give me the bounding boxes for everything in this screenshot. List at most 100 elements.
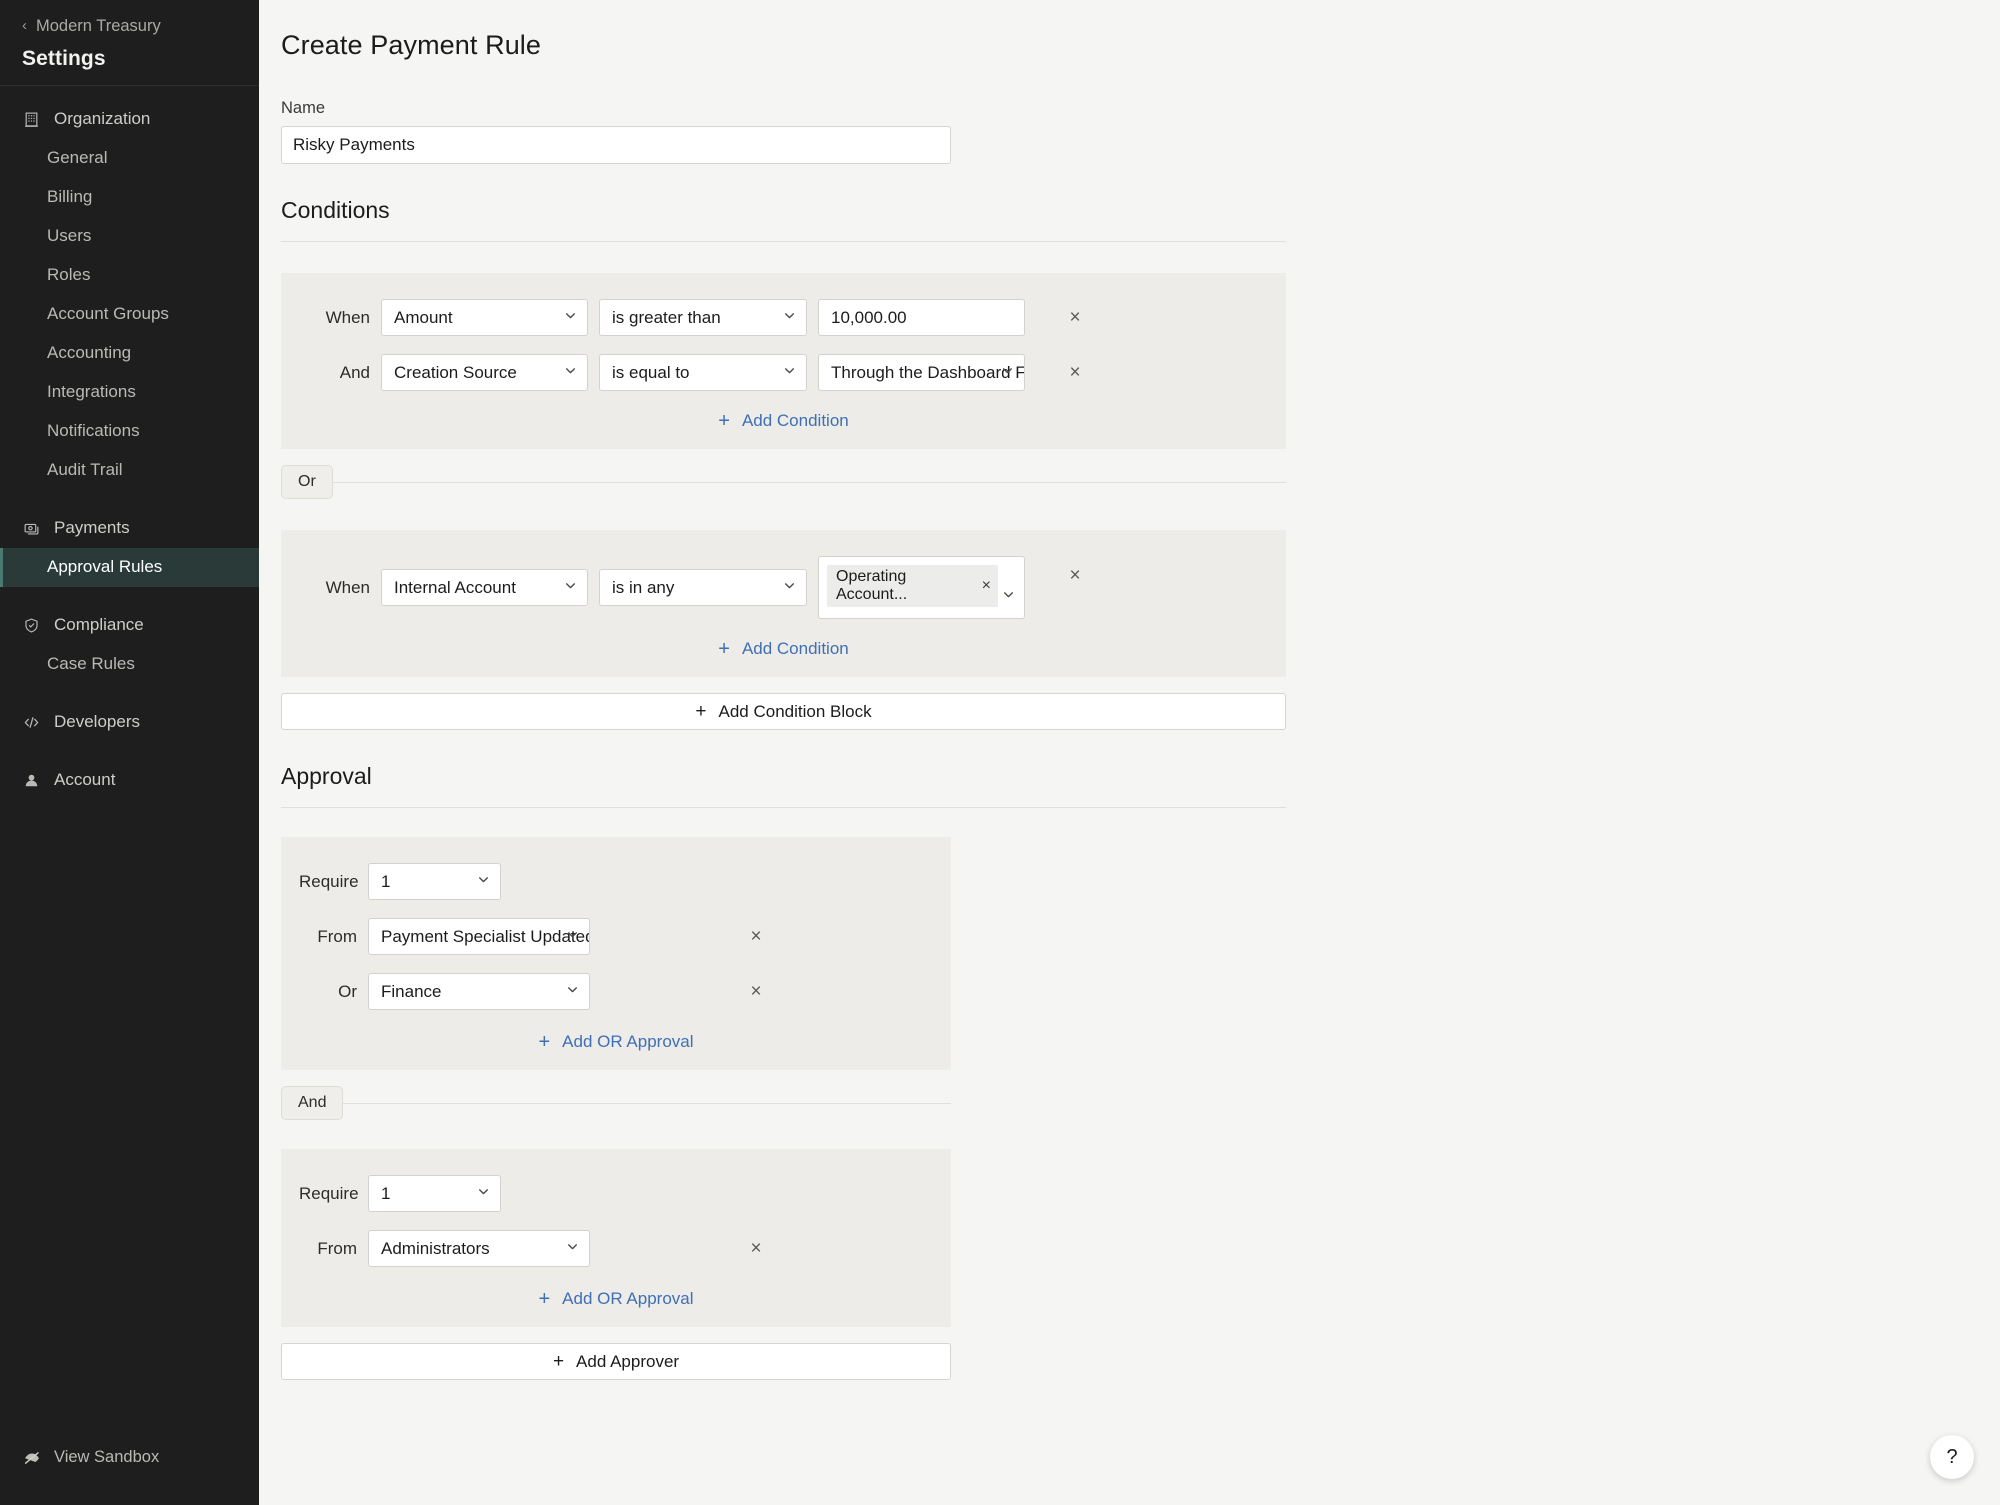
- add-condition-label: Add Condition: [742, 411, 849, 431]
- approver-role-select[interactable]: Finance: [368, 973, 590, 1010]
- sidebar-item-audit-trail[interactable]: Audit Trail: [0, 451, 259, 490]
- remove-approver-button[interactable]: ×: [743, 1236, 769, 1262]
- condition-row: And Creation Source is equal to Through …: [281, 354, 1286, 391]
- name-label: Name: [281, 99, 1289, 118]
- add-or-approval-label: Add OR Approval: [562, 1289, 693, 1309]
- approver-row: Or Finance ×: [281, 973, 951, 1010]
- condition-operator-value: is equal to: [599, 354, 807, 391]
- sidebar-item-general[interactable]: General: [0, 139, 259, 178]
- remove-condition-button[interactable]: ×: [1062, 562, 1088, 588]
- sidebar-item-label: Approval Rules: [47, 557, 162, 577]
- sidebar-item-label: Payments: [54, 518, 130, 538]
- sidebar-item-account[interactable]: Account: [0, 761, 259, 800]
- sidebar-item-label: Account: [54, 770, 115, 790]
- approval-require-row: Require 1: [281, 1175, 951, 1212]
- approver-row: From Administrators ×: [281, 1230, 951, 1267]
- require-count-value: 1: [368, 1175, 501, 1212]
- sidebar: ‹ Modern Treasury Settings Organization: [0, 0, 259, 1505]
- sidebar-item-accounting[interactable]: Accounting: [0, 334, 259, 373]
- condition-operator-value: is in any: [599, 569, 807, 606]
- condition-row: When Amount is greater than ×: [281, 299, 1286, 336]
- approval-block: Require 1 From Administrators ×: [281, 1149, 951, 1327]
- back-to-modern-treasury[interactable]: ‹ Modern Treasury: [22, 18, 237, 35]
- condition-block-connector: Or: [281, 465, 1286, 499]
- condition-operator-select[interactable]: is greater than: [599, 299, 807, 336]
- condition-field-select[interactable]: Amount: [381, 299, 588, 336]
- approver-connector: From: [299, 1239, 357, 1259]
- or-chip[interactable]: Or: [281, 465, 333, 499]
- chevron-down-icon: [1002, 588, 1015, 606]
- sidebar-spacer: [0, 492, 259, 509]
- add-or-approval-button[interactable]: + Add OR Approval: [281, 1032, 951, 1052]
- approval-heading: Approval: [281, 763, 1289, 790]
- sidebar-item-case-rules[interactable]: Case Rules: [0, 645, 259, 684]
- require-label: Require: [299, 1184, 357, 1204]
- sidebar-item-payments[interactable]: Payments: [0, 509, 259, 548]
- remove-condition-button[interactable]: ×: [1062, 305, 1088, 331]
- divider-line: [343, 1103, 951, 1104]
- and-chip[interactable]: And: [281, 1086, 343, 1120]
- approver-role-select[interactable]: Administrators: [368, 1230, 590, 1267]
- sidebar-title: Settings: [22, 47, 237, 71]
- remove-approver-button[interactable]: ×: [743, 979, 769, 1005]
- add-condition-button[interactable]: + Add Condition: [281, 411, 1286, 431]
- sidebar-spacer: [0, 744, 259, 761]
- condition-field-select[interactable]: Creation Source: [381, 354, 588, 391]
- sidebar-item-roles[interactable]: Roles: [0, 256, 259, 295]
- code-icon: [22, 713, 41, 732]
- sidebar-item-approval-rules[interactable]: Approval Rules: [0, 548, 259, 587]
- sidebar-item-notifications[interactable]: Notifications: [0, 412, 259, 451]
- plus-icon: +: [553, 1351, 564, 1373]
- condition-operator-select[interactable]: is in any: [599, 569, 807, 606]
- help-button[interactable]: ?: [1930, 1435, 1974, 1479]
- require-count-select[interactable]: 1: [368, 863, 501, 900]
- condition-block: When Internal Account is in any Operatin…: [281, 530, 1286, 677]
- sidebar-item-account-groups[interactable]: Account Groups: [0, 295, 259, 334]
- sidebar-item-organization[interactable]: Organization: [0, 100, 259, 139]
- add-or-approval-label: Add OR Approval: [562, 1032, 693, 1052]
- condition-value-select[interactable]: Through the Dashboard Fo...: [818, 354, 1025, 391]
- sidebar-item-label: Billing: [47, 187, 92, 207]
- shield-icon: [22, 616, 41, 635]
- payments-icon: [22, 519, 41, 538]
- sidebar-footer: View Sandbox: [0, 1438, 259, 1477]
- condition-operator-select[interactable]: is equal to: [599, 354, 807, 391]
- rule-name-input[interactable]: [281, 126, 951, 164]
- sidebar-item-compliance[interactable]: Compliance: [0, 606, 259, 645]
- main-content: Create Payment Rule Name Conditions When…: [259, 0, 2000, 1505]
- approval-block: Require 1 From Payment Specialist Update…: [281, 837, 951, 1070]
- plus-icon: +: [695, 701, 706, 723]
- divider-line: [333, 482, 1286, 483]
- approver-row: From Payment Specialist Updated ×: [281, 918, 951, 955]
- condition-field-select[interactable]: Internal Account: [381, 569, 588, 606]
- condition-value-multiselect[interactable]: Operating Account... ×: [818, 556, 1025, 619]
- remove-tag-button[interactable]: ×: [982, 577, 991, 595]
- remove-condition-button[interactable]: ×: [1062, 360, 1088, 386]
- sidebar-group-developers: Developers: [0, 703, 259, 742]
- remove-approver-button[interactable]: ×: [743, 924, 769, 950]
- require-count-select[interactable]: 1: [368, 1175, 501, 1212]
- add-approver-button[interactable]: + Add Approver: [281, 1343, 951, 1380]
- condition-operator-value: is greater than: [599, 299, 807, 336]
- sidebar-item-billing[interactable]: Billing: [0, 178, 259, 217]
- sidebar-item-integrations[interactable]: Integrations: [0, 373, 259, 412]
- add-condition-block-button[interactable]: + Add Condition Block: [281, 693, 1286, 730]
- sidebar-item-label: Integrations: [47, 382, 136, 402]
- approver-connector: Or: [299, 982, 357, 1002]
- require-count-value: 1: [368, 863, 501, 900]
- approver-role-select[interactable]: Payment Specialist Updated: [368, 918, 590, 955]
- sidebar-item-developers[interactable]: Developers: [0, 703, 259, 742]
- condition-value: Through the Dashboard Fo...: [818, 354, 1025, 391]
- add-or-approval-button[interactable]: + Add OR Approval: [281, 1289, 951, 1309]
- sidebar-group-organization: Organization General Billing Users Roles…: [0, 100, 259, 490]
- condition-connector: When: [299, 578, 370, 598]
- form-container: Create Payment Rule Name Conditions When…: [259, 0, 1289, 1380]
- sidebar-item-users[interactable]: Users: [0, 217, 259, 256]
- condition-value-input[interactable]: [818, 299, 1025, 336]
- sidebar-item-label: Compliance: [54, 615, 144, 635]
- sidebar-item-label: Notifications: [47, 421, 140, 441]
- person-icon: [22, 771, 41, 790]
- view-sandbox-button[interactable]: View Sandbox: [0, 1438, 259, 1477]
- condition-field-value: Creation Source: [381, 354, 588, 391]
- add-condition-button[interactable]: + Add Condition: [281, 639, 1286, 659]
